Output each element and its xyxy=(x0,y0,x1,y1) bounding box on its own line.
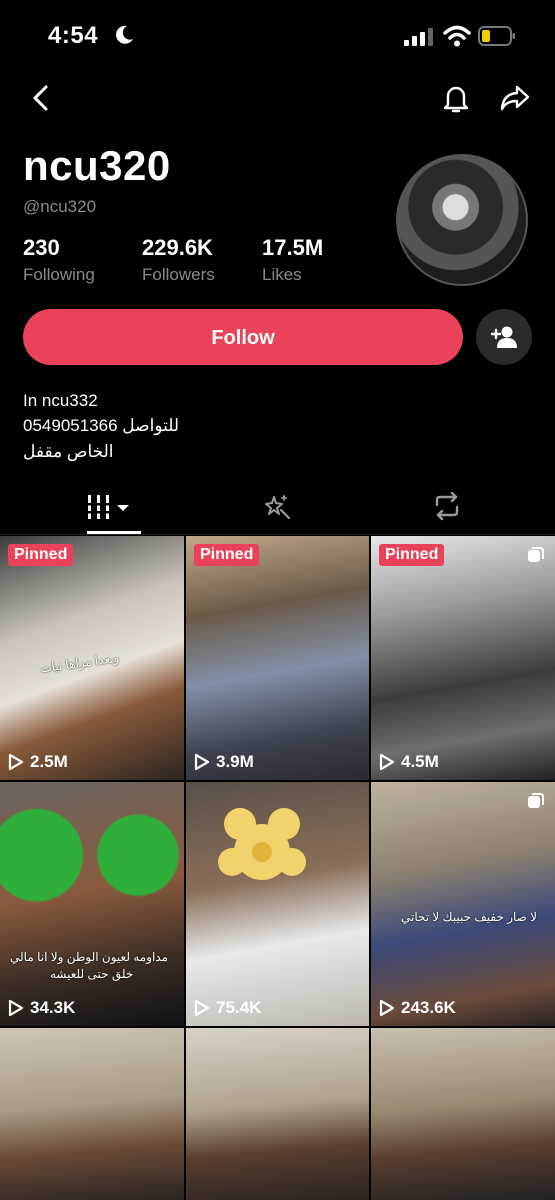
stat-value: 230 xyxy=(23,235,60,260)
stat-value: 229.6K xyxy=(142,235,213,260)
view-count: 2.5M xyxy=(8,752,68,772)
stat-label: Following xyxy=(23,265,95,284)
video-caption: خلق حتى للعيشه xyxy=(50,967,134,981)
play-icon xyxy=(194,753,210,771)
view-count-value: 243.6K xyxy=(401,998,456,1017)
avatar[interactable] xyxy=(396,154,528,286)
back-icon[interactable] xyxy=(26,82,58,114)
view-count: 3.9M xyxy=(194,752,254,772)
bell-icon[interactable] xyxy=(440,82,472,114)
view-count: 75.4K xyxy=(194,998,261,1018)
view-count: 34.3K xyxy=(8,998,75,1018)
status-time: 4:54 xyxy=(48,22,99,49)
add-user-icon xyxy=(490,326,517,348)
view-count-value: 3.9M xyxy=(216,752,254,771)
video-tile[interactable] xyxy=(186,1028,369,1200)
play-icon xyxy=(8,753,24,771)
flower-sticker-icon xyxy=(218,808,306,880)
bio-line: الخاص مقفل xyxy=(23,442,114,461)
play-icon xyxy=(8,999,24,1017)
stat-value: 17.5M xyxy=(262,235,324,260)
signal-icon xyxy=(404,28,433,46)
stat-likes[interactable]: 17.5M Likes xyxy=(262,235,323,285)
video-tile[interactable]: Pinned وبعدا مراها نيات 2.5M xyxy=(0,536,184,780)
video-tile[interactable]: 75.4K xyxy=(186,782,369,1026)
reposts-icon[interactable] xyxy=(431,490,463,522)
view-count: 243.6K xyxy=(379,998,456,1018)
view-count-value: 75.4K xyxy=(216,998,262,1017)
wifi-icon xyxy=(443,25,471,47)
videos-grid-icon xyxy=(88,495,129,519)
video-caption: وبعدا مراها نيات xyxy=(39,650,121,676)
multi-photo-icon xyxy=(528,547,544,562)
profile-display-name: ncu320 xyxy=(23,142,171,189)
play-icon xyxy=(379,999,395,1017)
stat-label: Likes xyxy=(262,265,302,284)
view-count-value: 34.3K xyxy=(30,998,76,1017)
moon-icon xyxy=(116,25,133,44)
bio-line: 0549051366 للتواصل xyxy=(23,416,180,435)
profile-handle: @ncu320 xyxy=(23,197,97,216)
video-tile[interactable] xyxy=(371,1028,555,1200)
pinned-badge: Pinned xyxy=(379,544,445,566)
favorites-icon[interactable] xyxy=(261,490,293,522)
stat-followers[interactable]: 229.6K Followers xyxy=(142,235,215,285)
video-caption: لا صار خفيف حبيبك لا تحاتي xyxy=(401,910,538,924)
play-icon xyxy=(194,999,210,1017)
battery-icon xyxy=(478,26,515,46)
multi-photo-icon xyxy=(528,793,544,808)
suggested-accounts-button[interactable] xyxy=(476,309,532,365)
stat-label: Followers xyxy=(142,265,215,284)
bio-line: In ncu332 xyxy=(23,391,98,410)
video-tile[interactable]: Pinned 3.9M xyxy=(186,536,369,780)
share-icon[interactable] xyxy=(499,82,531,114)
play-icon xyxy=(379,753,395,771)
stat-following[interactable]: 230 Following xyxy=(23,235,95,285)
video-caption: مداومه لعيون الوطن ولا انا مالي xyxy=(10,950,169,964)
view-count-value: 4.5M xyxy=(401,752,439,771)
video-tile[interactable]: لا صار خفيف حبيبك لا تحاتي 243.6K xyxy=(371,782,555,1026)
view-count-value: 2.5M xyxy=(30,752,68,771)
tab-videos[interactable] xyxy=(86,491,136,523)
pinned-badge: Pinned xyxy=(194,544,260,566)
view-count: 4.5M xyxy=(379,752,439,772)
video-tile[interactable] xyxy=(0,1028,184,1200)
video-tile[interactable]: Pinned 4.5M xyxy=(371,536,555,780)
follow-button[interactable]: Follow xyxy=(23,309,463,365)
tab-divider xyxy=(0,534,555,535)
pinned-badge: Pinned xyxy=(8,544,74,566)
video-tile[interactable]: مداومه لعيون الوطن ولا انا مالي خلق حتى … xyxy=(0,782,184,1026)
